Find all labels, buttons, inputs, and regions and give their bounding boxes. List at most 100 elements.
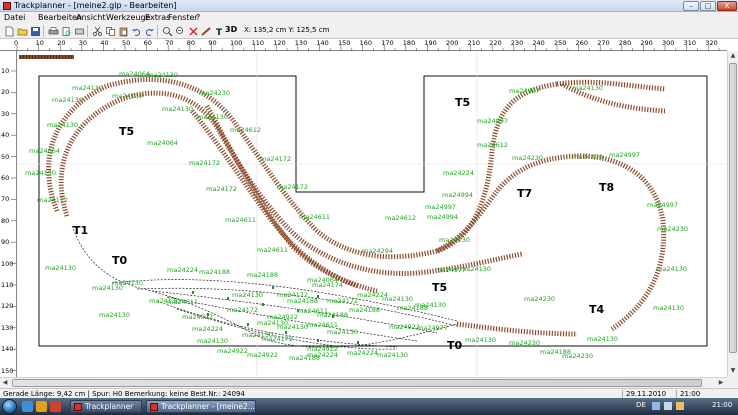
part-number-label[interactable]: ma24130 [99,311,130,319]
menu-werkzeuge[interactable]: Werkzeuge [106,13,150,22]
horizontal-scroll-thumb[interactable] [12,379,702,387]
part-number-label[interactable]: ma24230 [524,295,555,303]
part-number-label[interactable]: ma24188 [287,297,318,305]
part-number-label[interactable]: ma24612 [385,214,416,222]
part-number-label[interactable]: ma24611 [225,216,256,224]
part-number-label[interactable]: ma24130 [656,265,687,273]
layout-canvas[interactable]: T5 T5 T5 T1 T0 T0 T7 T8 T4 ma24064 ma24130 ma24130… [17,51,727,377]
open-folder-icon[interactable] [16,25,28,36]
track-t0-straight[interactable] [456,321,578,337]
quicklaunch-icon[interactable] [36,401,47,412]
close-button[interactable]: X [717,1,737,11]
part-number-label[interactable]: ma24612 [230,126,261,134]
part-number-label[interactable]: ma24612 [477,141,508,149]
part-number-label[interactable]: ma24611 [299,213,330,221]
part-number-label[interactable]: ma24224 [443,169,474,177]
part-number-label[interactable]: ma24922 [247,351,278,359]
part-number-label[interactable]: ma24172 [260,155,291,163]
part-number-label[interactable]: ma24130 [45,264,76,272]
part-number-label[interactable]: ma24130 [465,336,496,344]
track-diagonal[interactable] [190,109,358,289]
part-number-label[interactable]: ma24130 [52,96,83,104]
part-number-label[interactable]: ma24230 [657,225,688,233]
part-number-label[interactable]: ma24130 [162,105,193,113]
track-t7-t8-loop[interactable] [435,153,667,332]
language-indicator[interactable]: DE [636,401,646,409]
zoom-in-icon[interactable] [161,25,173,37]
part-number-label[interactable]: ma24994 [427,213,458,221]
menu-extras[interactable]: Extras [145,13,170,22]
part-number-label[interactable]: ma24064 [29,147,60,155]
vertical-scrollbar[interactable]: ▲ ▼ [727,51,738,377]
part-number-label[interactable]: ma24172 [189,159,220,167]
part-number-label[interactable]: ma24997 [509,87,540,95]
part-number-label[interactable]: ma24172 [277,183,308,191]
start-button[interactable] [2,399,17,414]
taskbar-button-trackplanner[interactable]: Trackplanner [70,400,142,413]
copy-icon[interactable] [104,25,115,36]
delete-icon[interactable] [187,25,198,36]
part-number-label[interactable]: ma24172 [327,297,358,305]
redo-icon[interactable] [143,25,154,36]
part-number-label[interactable]: ma24172 [37,196,68,204]
part-number-label[interactable]: ma24230 [572,153,603,161]
part-number-label[interactable]: ma24130 [653,304,684,312]
part-number-label[interactable]: ma24997 [609,151,640,159]
part-number-label[interactable]: ma24130 [460,265,491,273]
part-number-label[interactable]: ma24130 [382,295,413,303]
part-number-label[interactable]: ma24230 [562,352,593,360]
printer-setup-icon[interactable] [73,25,84,36]
part-number-label[interactable]: ma24230 [199,89,230,97]
clock[interactable]: 21:00 [712,401,732,409]
taskbar-button-trackplanner-doc[interactable]: Trackplanner - [meine2... [146,400,256,413]
part-number-label[interactable]: ma24188 [349,306,380,314]
menu-ansicht[interactable]: Ansicht [76,13,106,22]
part-number-label[interactable]: ma24130 [572,84,603,92]
part-number-label[interactable]: ma24130 [47,121,78,129]
part-number-label[interactable]: ma24611 [297,307,328,315]
part-number-label[interactable]: ma24230 [512,154,543,162]
track-loose-piece[interactable] [19,55,74,59]
part-number-label[interactable]: ma24188 [247,271,278,279]
part-number-label[interactable]: ma24922 [217,347,248,355]
part-number-label[interactable]: ma24130 [112,92,143,100]
part-number-label[interactable]: ma24130 [415,301,446,309]
paste-icon[interactable] [117,25,128,37]
part-number-label[interactable]: ma24997 [477,117,508,125]
part-number-label[interactable]: ma24997 [647,201,678,209]
part-number-label[interactable]: ma24188 [199,268,230,276]
part-number-label[interactable]: ma24130 [377,351,408,359]
part-number-label[interactable]: ma24130 [197,113,228,121]
part-number-label[interactable]: ma24224 [192,325,223,333]
title-bar[interactable]: Trackplanner - [meine2.glp - Bearbeiten]… [0,0,738,12]
track-tool-icon[interactable] [200,25,211,36]
part-number-label[interactable]: ma24130 [232,291,263,299]
scroll-up-icon[interactable]: ▲ [728,51,738,61]
part-number-label[interactable]: ma24977 [417,324,448,332]
part-number-label[interactable]: ma24172 [227,306,258,314]
horizontal-scrollbar[interactable]: ◀ ▶ [0,377,727,388]
part-number-label[interactable]: ma24230 [509,339,540,347]
print-icon[interactable] [47,25,59,36]
undo-icon[interactable] [130,25,141,36]
view-3d-button[interactable]: 3D [225,25,237,34]
vertical-scroll-thumb[interactable] [729,63,737,353]
part-number-label[interactable]: ma24294 [362,247,393,255]
part-number-label[interactable]: ma24922 [389,323,420,331]
part-number-label[interactable]: ma24064 [147,139,178,147]
network-icon[interactable] [652,402,660,410]
print-preview-icon[interactable] [60,25,71,36]
part-number-label[interactable]: ma24064 [119,70,150,78]
part-number-label[interactable]: ma24611 [167,298,198,306]
scroll-down-icon[interactable]: ▼ [728,366,738,376]
part-number-label[interactable]: ma24130 [25,169,56,177]
part-number-label[interactable]: ma24130 [92,284,123,292]
part-number-label[interactable]: ma24997 [425,203,456,211]
zoom-out-icon[interactable] [174,25,185,36]
part-number-label[interactable]: ma24130 [147,71,178,79]
notification-icon[interactable] [676,402,684,410]
part-number-label[interactable]: ma24611 [257,246,288,254]
cut-icon[interactable] [91,25,102,36]
part-number-label[interactable]: ma24224 [167,266,198,274]
part-number-label[interactable]: ma24130 [439,236,470,244]
